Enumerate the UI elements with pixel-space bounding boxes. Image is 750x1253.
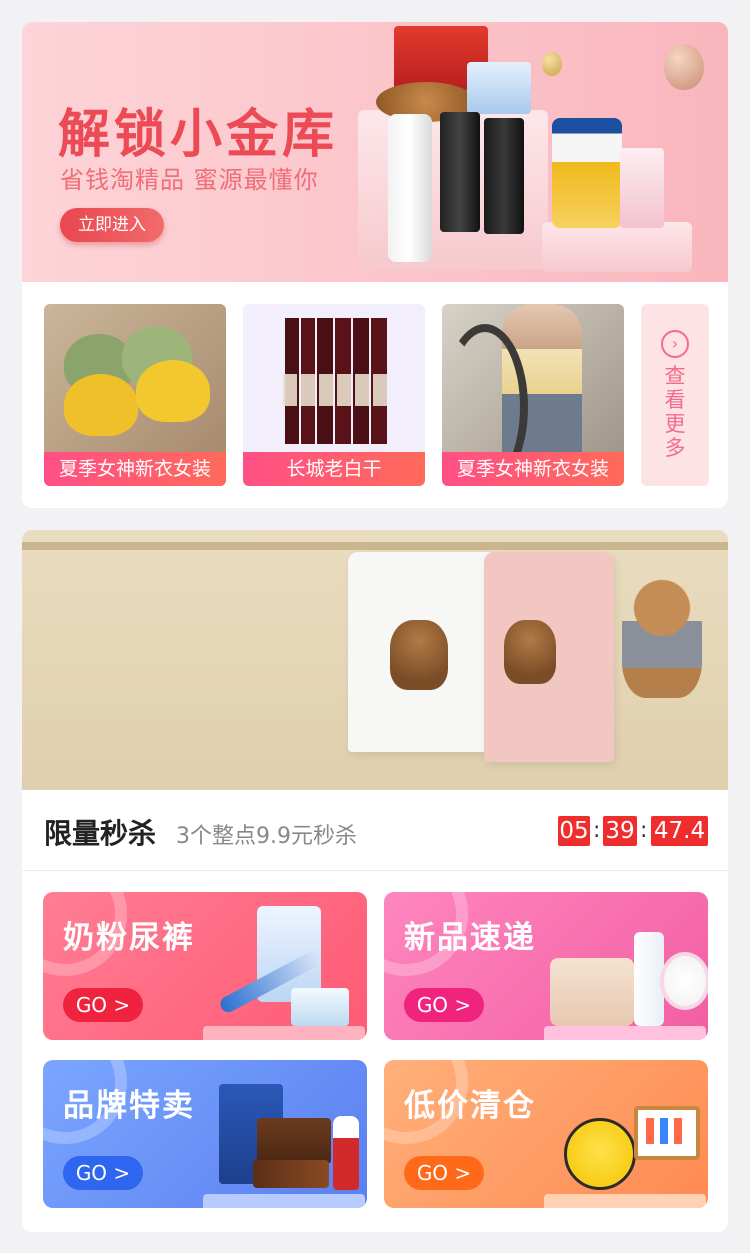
clothes-rail	[22, 542, 728, 550]
banner-title: 解锁小金库	[58, 105, 339, 165]
bikini-image	[136, 360, 210, 422]
tissue-box-image	[467, 62, 531, 114]
product-tile[interactable]: 夏季女神新衣女装	[442, 304, 624, 486]
go-button[interactable]: GO >	[63, 988, 143, 1022]
go-button[interactable]: GO >	[404, 1156, 484, 1190]
go-button[interactable]: GO >	[63, 1156, 143, 1190]
cleanser-bottle-image	[388, 114, 432, 262]
chocolate-box-image	[257, 1118, 331, 1164]
category-title: 品牌特卖	[63, 1088, 195, 1124]
display-base	[544, 1194, 706, 1208]
countdown-separator: :	[640, 818, 648, 843]
bear-print-image	[390, 620, 448, 690]
flash-sale-subtitle: 3个整点9.9元秒杀	[176, 824, 357, 849]
product-tile[interactable]: 长城老白干	[243, 304, 425, 486]
mirror-image	[660, 952, 708, 1010]
countdown-separator: :	[593, 818, 601, 843]
milk-powder-can-image	[552, 118, 622, 228]
see-more-label: 查看更多	[664, 364, 686, 460]
cosmetics-image	[484, 118, 524, 234]
bikini-image	[64, 374, 138, 436]
balloon-image	[542, 52, 562, 76]
category-tile-new[interactable]: 新品速递 GO >	[384, 892, 708, 1040]
category-tile-brand[interactable]: 品牌特卖 GO >	[43, 1060, 367, 1208]
cosmetic-bag-image	[550, 958, 634, 1026]
display-base	[203, 1194, 365, 1208]
category-title: 新品速递	[404, 920, 536, 956]
display-pedestal	[542, 222, 692, 272]
banner-subtitle: 省钱淘精品 蜜源最懂你	[60, 166, 319, 194]
diaper-pack-image	[620, 148, 664, 228]
product-tile[interactable]: 夏季女神新衣女装	[44, 304, 226, 486]
cosmetics-image	[440, 112, 480, 232]
vault-banner[interactable]: 解锁小金库 省钱淘精品 蜜源最懂你 立即进入	[22, 22, 728, 282]
enter-now-button[interactable]: 立即进入	[60, 208, 164, 242]
tissue-box-image	[291, 988, 349, 1026]
see-more-button[interactable]: › 查看更多	[641, 304, 709, 486]
go-button[interactable]: GO >	[404, 988, 484, 1022]
flash-sale-card: 限量秒杀 3个整点9.9元秒杀 05 : 39 : 47.4 奶粉尿裤 GO >…	[22, 530, 728, 1232]
product-label: 夏季女神新衣女装	[442, 452, 624, 486]
category-tile-baby[interactable]: 奶粉尿裤 GO >	[43, 892, 367, 1040]
balloon-image	[664, 44, 704, 90]
chevron-right-icon: ›	[661, 330, 689, 358]
wine-label-image	[283, 374, 389, 406]
product-label: 夏季女神新衣女装	[44, 452, 226, 486]
category-title: 奶粉尿裤	[63, 920, 195, 956]
divider	[22, 870, 728, 871]
promo-card: 解锁小金库 省钱淘精品 蜜源最懂你 立即进入 夏季女神新衣女装 长城老白干 夏季…	[22, 22, 728, 508]
teddy-bear-image	[622, 578, 702, 698]
countdown-minutes: 39	[603, 816, 637, 846]
category-tile-clearance[interactable]: 低价清仓 GO >	[384, 1060, 708, 1208]
countdown-seconds: 47.4	[651, 816, 708, 846]
display-base	[203, 1026, 365, 1040]
liquor-bottle-image	[333, 1116, 359, 1190]
flash-sale-title: 限量秒杀	[44, 817, 157, 850]
display-base	[544, 1026, 706, 1040]
product-label: 长城老白干	[243, 452, 425, 486]
chocolate-bar-image	[253, 1160, 329, 1188]
countdown-hours: 05	[558, 816, 590, 846]
bar-chart-icon	[646, 1118, 682, 1144]
bear-print-image	[504, 620, 556, 684]
category-title: 低价清仓	[404, 1088, 536, 1124]
tshirt-banner[interactable]	[22, 530, 728, 790]
bee-mascot-image	[564, 1118, 636, 1190]
